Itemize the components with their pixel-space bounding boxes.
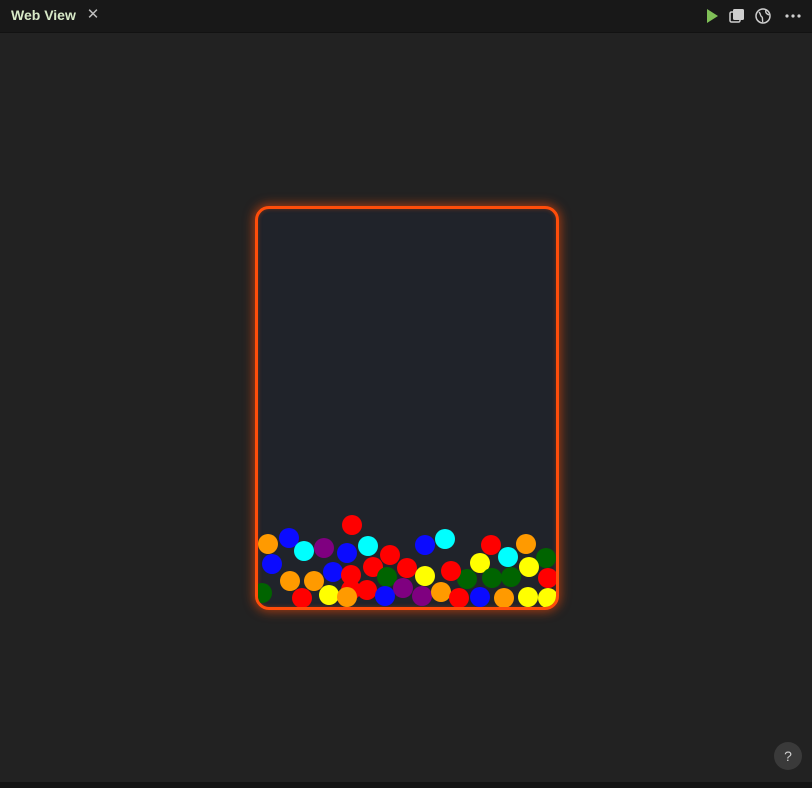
ball-purple [314, 538, 334, 558]
ball-red [538, 568, 556, 588]
ball-red [397, 558, 417, 578]
ball-cyan [435, 529, 455, 549]
ball-red [292, 588, 312, 607]
ball-green [501, 567, 521, 587]
ball-green [536, 548, 556, 568]
ball-green [258, 583, 272, 603]
ball-yellow [415, 566, 435, 586]
ball-orange [258, 534, 278, 554]
ball-green [482, 568, 502, 588]
status-strip [0, 782, 812, 788]
ball-orange [431, 582, 451, 602]
ball-orange [516, 534, 536, 554]
ball-orange [304, 571, 324, 591]
ball-orange [337, 587, 357, 607]
ball-cyan [358, 536, 378, 556]
ball-container[interactable] [255, 206, 559, 610]
ball-red [481, 535, 501, 555]
ball-yellow [518, 587, 538, 607]
ball-blue [262, 554, 282, 574]
ball-blue [323, 562, 343, 582]
ball-blue [415, 535, 435, 555]
ball-red [441, 561, 461, 581]
play-icon[interactable] [703, 7, 721, 25]
ball-blue [375, 586, 395, 606]
ball-orange [280, 571, 300, 591]
ball-yellow [319, 585, 339, 605]
ball-red [380, 545, 400, 565]
globe-icon[interactable] [754, 7, 772, 25]
ball-canvas [258, 515, 556, 607]
ball-red [342, 515, 362, 535]
ball-purple [393, 578, 413, 598]
close-icon[interactable]: ✕ [85, 6, 101, 24]
ball-yellow [538, 588, 556, 607]
tab-bar: Web View ✕ [0, 0, 812, 33]
ball-red [357, 580, 377, 600]
ball-blue [337, 543, 357, 563]
ball-cyan [294, 541, 314, 561]
layers-icon[interactable] [728, 7, 746, 25]
ball-cyan [498, 547, 518, 567]
ball-blue [470, 587, 490, 607]
tab-title[interactable]: Web View [11, 7, 76, 23]
ball-purple [412, 586, 432, 606]
ball-orange [494, 588, 514, 607]
ball-yellow [519, 557, 539, 577]
more-dots-icon[interactable] [784, 7, 802, 25]
help-button[interactable]: ? [774, 742, 802, 770]
ball-red [449, 588, 469, 607]
